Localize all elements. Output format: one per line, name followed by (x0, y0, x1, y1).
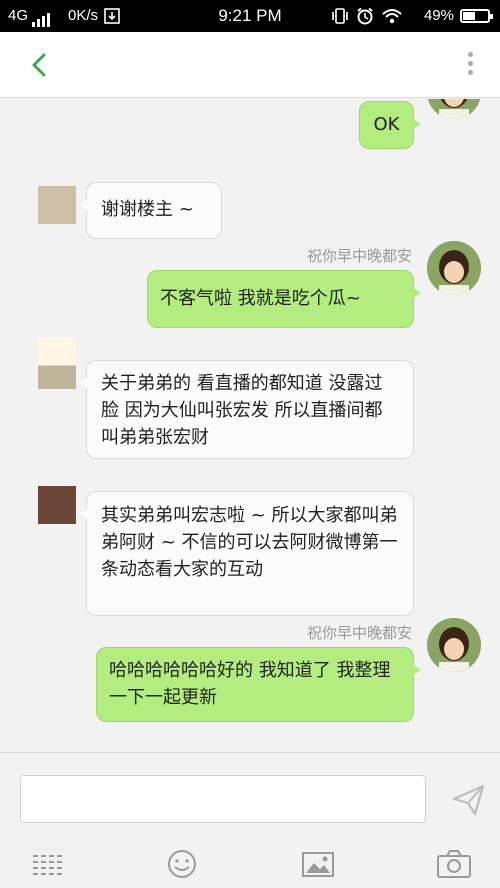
chat-header (0, 32, 500, 98)
more-options-icon[interactable] (464, 52, 476, 80)
message-bubble-incoming[interactable]: 谢谢楼主 ~ (79, 182, 222, 239)
image-icon[interactable] (300, 848, 336, 880)
sender-name: 祝你早中晚都安 (306, 624, 412, 642)
message-text: 哈哈哈哈哈哈好的 我知道了 我整理一下一起更新 (109, 660, 391, 708)
sender-name: 祝你早中晚都安 (306, 247, 412, 265)
message-bubble-outgoing[interactable]: 哈哈哈哈哈哈好的 我知道了 我整理一下一起更新 (96, 647, 421, 722)
message-text: 关于弟弟的 看直播的都知道 没露过脸 因为大仙叫张宏发 所以直播间都叫弟弟张宏财 (101, 373, 383, 448)
avatar[interactable] (427, 618, 481, 672)
avatar[interactable] (38, 186, 76, 224)
avatar[interactable] (38, 486, 76, 524)
alarm-icon (357, 7, 373, 25)
menu-lines-icon[interactable] (30, 848, 66, 880)
wifi-icon (382, 9, 402, 24)
battery-icon (460, 9, 493, 23)
message-text: 不客气啦 我就是吃个瓜~ (160, 288, 361, 309)
input-bar (0, 752, 500, 888)
message-bubble-incoming[interactable]: 其实弟弟叫宏志啦 ~ 所以大家都叫弟弟阿财 ~ 不信的可以去阿财微博第一条动态看… (79, 491, 414, 616)
avatar[interactable] (38, 337, 76, 389)
chat-messages: OK 谢谢楼主 ~ 祝你早中晚都安 不客气啦 我就是吃个瓜~ 关于弟弟的 看直播… (0, 99, 500, 751)
back-chevron-icon[interactable] (26, 50, 56, 80)
message-text: 谢谢楼主 ~ (101, 199, 194, 220)
message-bubble-outgoing[interactable]: 不客气啦 我就是吃个瓜~ (147, 270, 421, 328)
message-text: 其实弟弟叫宏志啦 ~ 所以大家都叫弟弟阿财 ~ 不信的可以去阿财微博第一条动态看… (101, 505, 398, 580)
status-bar: 4G 0K/s 9:21 PM 49% (0, 0, 500, 32)
message-bubble-outgoing[interactable]: OK (359, 101, 421, 149)
camera-icon[interactable] (436, 848, 472, 880)
avatar[interactable] (427, 241, 481, 295)
battery-percent: 49% (423, 7, 454, 24)
send-icon[interactable] (452, 783, 486, 817)
avatar[interactable] (427, 99, 481, 119)
message-text: OK (373, 114, 400, 135)
message-input[interactable] (20, 775, 426, 823)
message-bubble-incoming[interactable]: 关于弟弟的 看直播的都知道 没露过脸 因为大仙叫张宏发 所以直播间都叫弟弟张宏财 (79, 360, 414, 459)
emoji-icon[interactable] (164, 848, 200, 880)
vibrate-icon (332, 8, 348, 24)
